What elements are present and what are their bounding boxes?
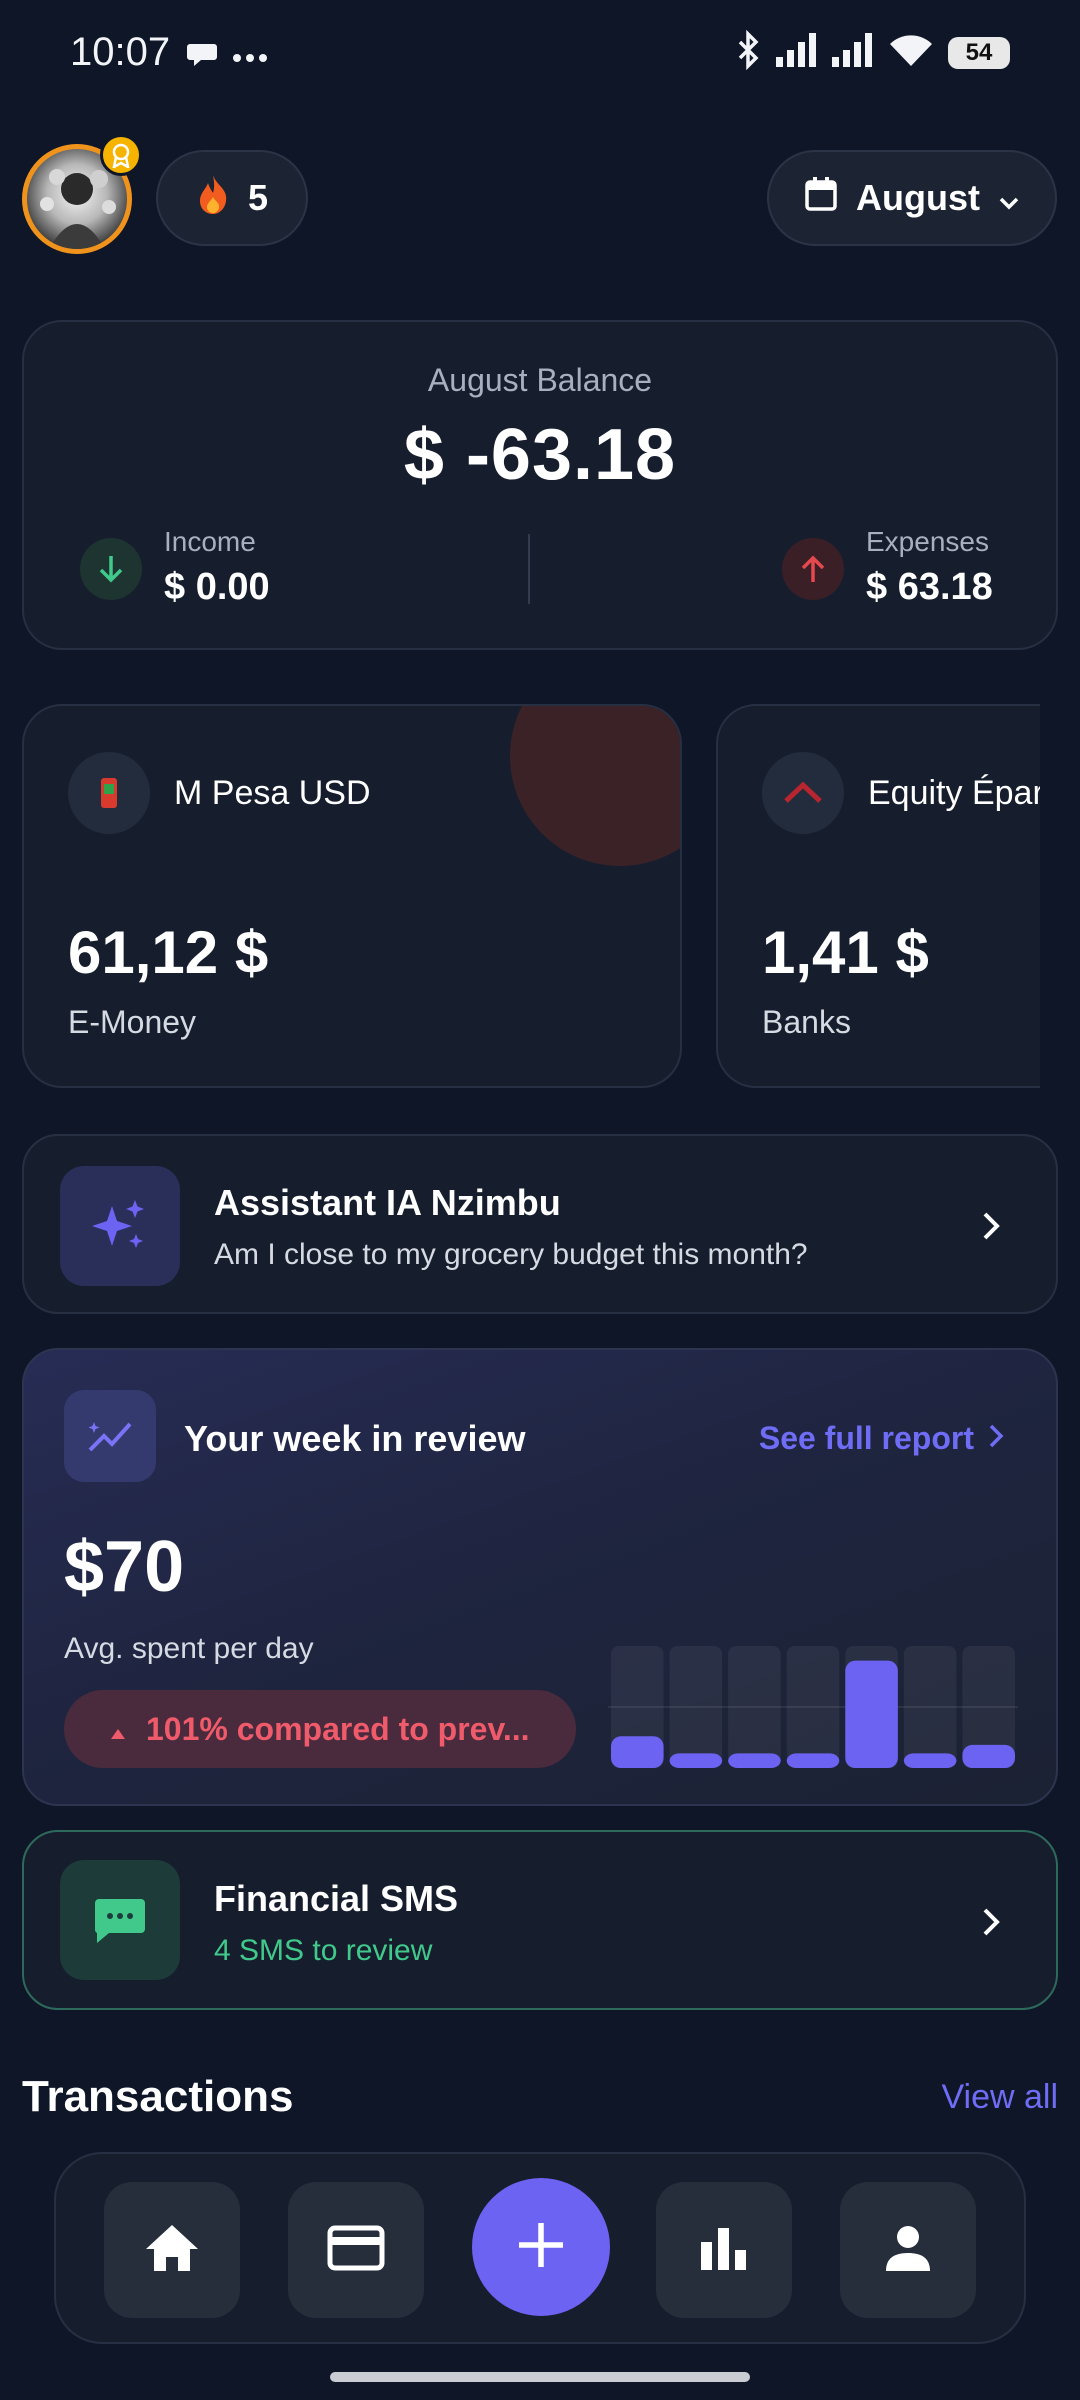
arrow-up-icon (782, 538, 844, 600)
comparison-text: 101% compared to prev... (146, 1710, 530, 1747)
account-type: E-Money (68, 1004, 197, 1040)
add-icon (515, 2219, 567, 2276)
status-icons: 54 (736, 29, 1010, 75)
week-review-card[interactable]: Your week in review See full report $70 … (22, 1348, 1058, 1806)
chart-icon (699, 2224, 749, 2277)
see-full-report-link[interactable]: See full report (759, 1420, 1004, 1457)
wifi-icon (888, 32, 934, 73)
bottom-nav (54, 2152, 1026, 2344)
sms-title: Financial SMS (214, 1878, 459, 1919)
income-value: $ 0.00 (164, 566, 270, 608)
comparison-badge: 101% compared to prev... (64, 1690, 576, 1768)
divider (528, 534, 530, 604)
message-icon (186, 40, 218, 75)
weekly-spending-chart (608, 1646, 1018, 1768)
more-dots-icon (232, 50, 268, 68)
account-type: Banks (762, 1004, 851, 1040)
trend-chart-icon (64, 1390, 156, 1482)
nav-home-button[interactable] (104, 2182, 240, 2318)
month-selector[interactable]: August (767, 150, 1057, 246)
sparkles-icon (60, 1166, 180, 1286)
nav-stats-button[interactable] (656, 2182, 792, 2318)
home-icon (144, 2223, 200, 2278)
profile-icon (883, 2223, 933, 2278)
fire-icon (196, 173, 230, 224)
mpesa-logo-icon (68, 752, 150, 834)
signal-icon (832, 33, 874, 72)
assistant-title: Assistant IA Nzimbu (214, 1182, 561, 1223)
chevron-right-icon (976, 1902, 1006, 1942)
avg-spent-amount: $70 (64, 1527, 185, 1607)
award-badge-icon (100, 134, 142, 176)
transactions-title: Transactions (22, 2072, 294, 2121)
account-card-equity[interactable]: Equity Éparg 1,41 $ Banks (716, 704, 1080, 1088)
chart-bar-day-5 (845, 1660, 898, 1768)
chevron-down-icon (998, 177, 1020, 219)
scroll-edge (1040, 704, 1080, 1088)
chart-bar-day-2 (669, 1753, 723, 1768)
view-all-link[interactable]: View all (941, 2078, 1058, 2117)
expenses-label: Expenses (866, 526, 989, 557)
signal-icon (776, 33, 818, 72)
equity-logo-icon (762, 752, 844, 834)
account-name: Equity Éparg (868, 774, 1063, 812)
battery-icon: 54 (948, 36, 1010, 69)
calendar-icon (804, 176, 838, 221)
sms-subtitle: 4 SMS to review (214, 1934, 433, 1967)
review-title: Your week in review (184, 1418, 526, 1459)
caret-up-icon (110, 1711, 126, 1748)
chevron-right-icon (988, 1420, 1004, 1457)
nav-cards-button[interactable] (288, 2182, 424, 2318)
status-time: 10:07 (70, 30, 171, 74)
balance-card[interactable]: August Balance $ -63.18 Income $ 0.00 Ex… (22, 320, 1058, 650)
chat-icon (60, 1860, 180, 1980)
balance-title: August Balance (427, 362, 653, 398)
chart-bar-day-3 (728, 1753, 781, 1768)
account-amount: 1,41 $ (762, 919, 929, 986)
bluetooth-icon (736, 29, 762, 75)
streak-pill[interactable]: 5 (156, 150, 308, 246)
card-icon (327, 2225, 385, 2276)
report-link-label: See full report (758, 1420, 974, 1456)
month-label: August (856, 177, 980, 218)
chevron-right-icon (976, 1206, 1006, 1246)
expenses-value: $ 63.18 (866, 566, 993, 608)
account-name: M Pesa USD (174, 774, 371, 812)
avg-spent-label: Avg. spent per day (64, 1632, 314, 1665)
assistant-subtitle: Am I close to my grocery budget this mon… (214, 1238, 808, 1271)
decorative-blob (510, 706, 680, 866)
balance-amount: $ -63.18 (403, 415, 677, 495)
arrow-down-icon (80, 538, 142, 600)
nav-profile-button[interactable] (840, 2182, 976, 2318)
account-card-mpesa[interactable]: M Pesa USD 61,12 $ E-Money (22, 704, 682, 1088)
account-amount: 61,12 $ (68, 919, 269, 986)
chart-bar-day-6 (903, 1753, 957, 1768)
chart-bar-day-1 (611, 1736, 664, 1768)
chart-bar-day-7 (962, 1744, 1015, 1768)
assistant-card[interactable]: Assistant IA Nzimbu Am I close to my gro… (22, 1134, 1058, 1314)
income-label: Income (164, 526, 256, 557)
streak-count: 5 (247, 177, 269, 218)
home-indicator (330, 2372, 750, 2382)
nav-add-button[interactable] (472, 2178, 610, 2316)
financial-sms-card[interactable]: Financial SMS 4 SMS to review (22, 1830, 1058, 2010)
chart-bar-day-4 (786, 1753, 840, 1768)
